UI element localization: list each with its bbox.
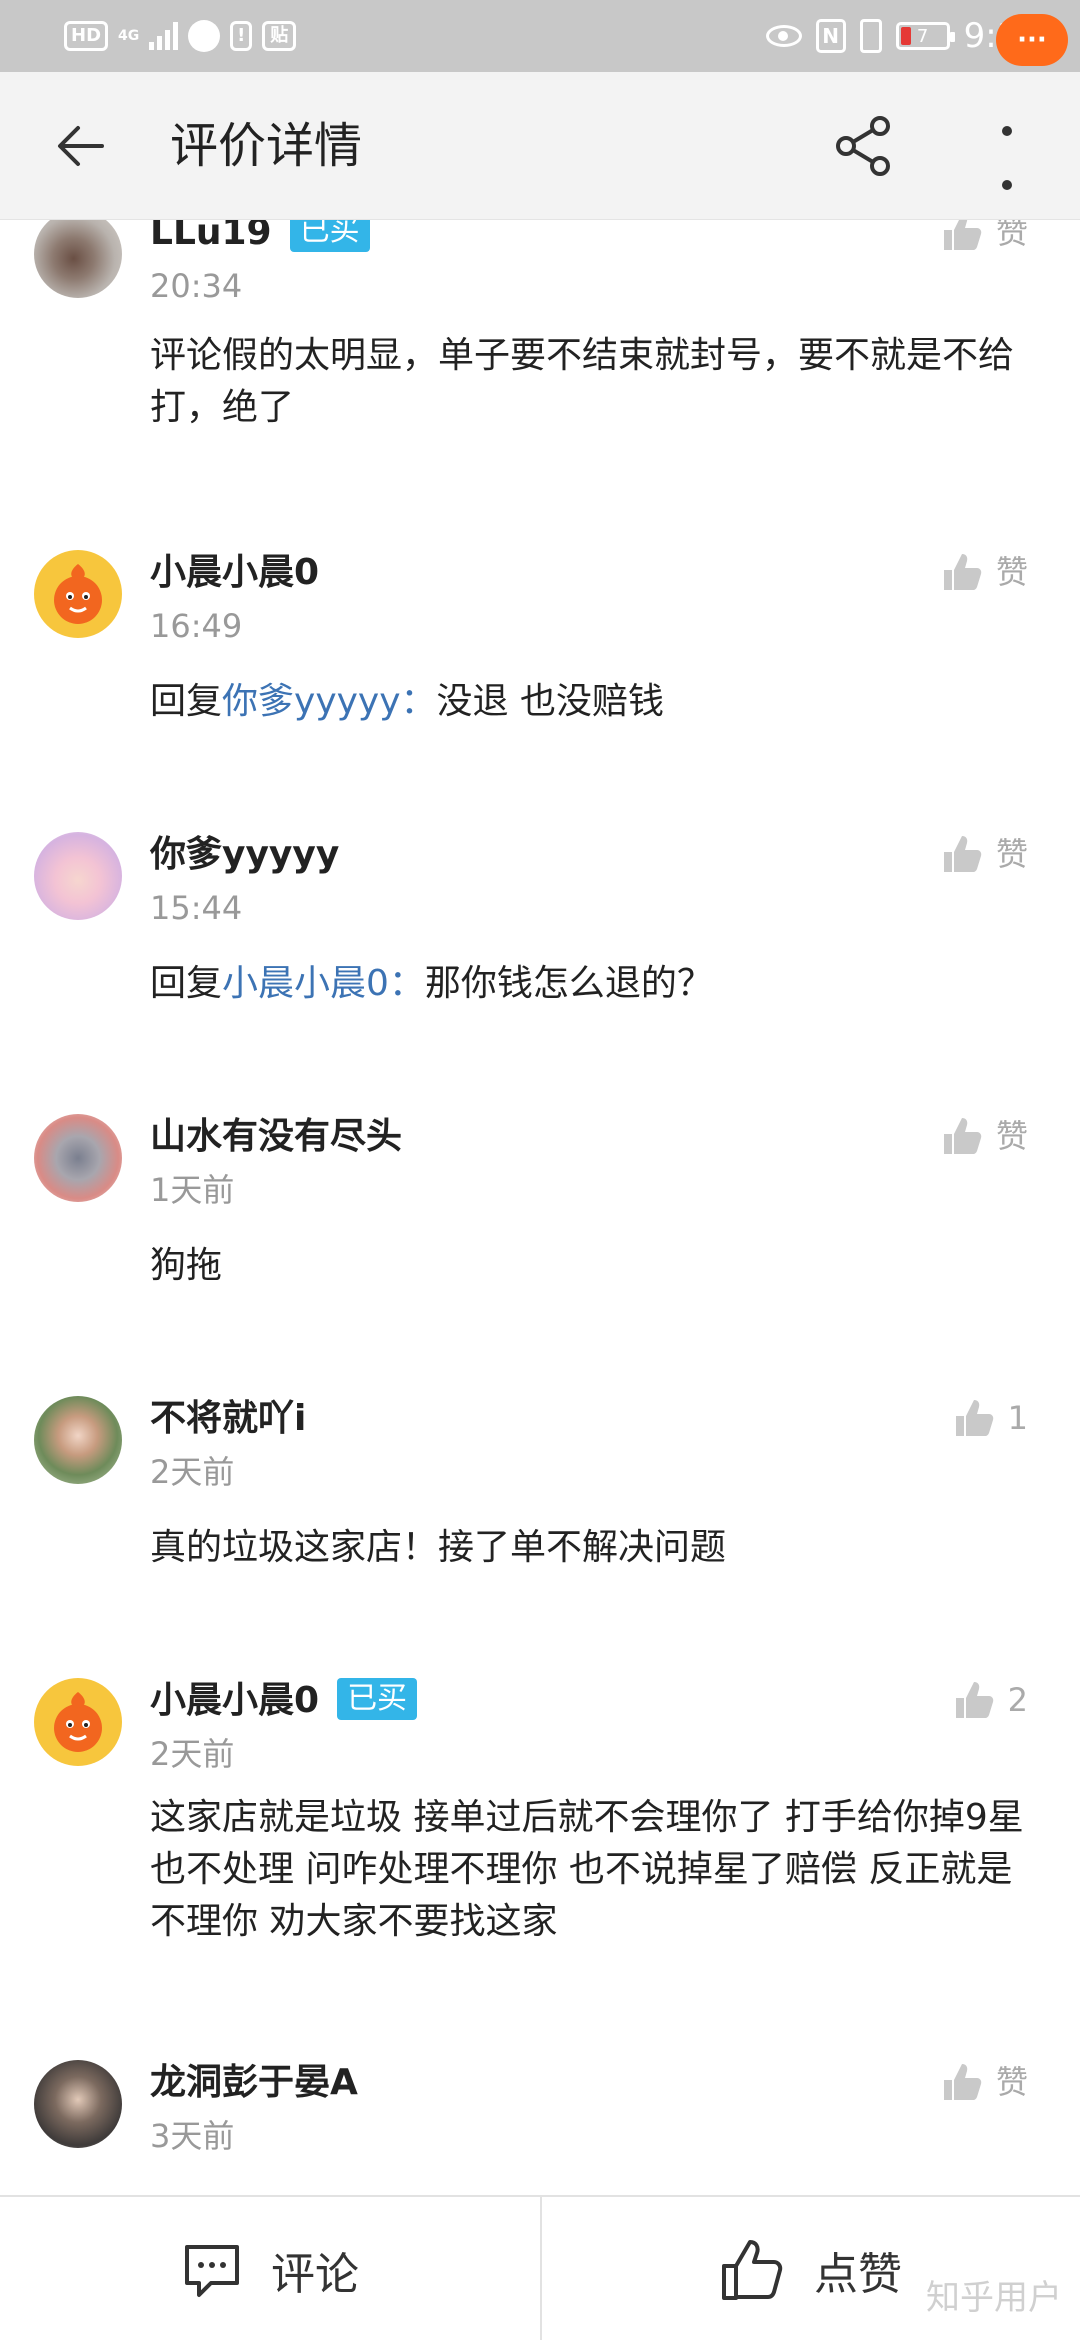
comment-button[interactable]: 评论 (0, 2197, 540, 2340)
battery-level: 7 (916, 25, 929, 47)
bottom-action-bar: 评论 点赞 (0, 2195, 1080, 2340)
like-button[interactable]: 1 (952, 1396, 1028, 1440)
nfc-icon: N (815, 19, 846, 53)
battery-icon: 7 (895, 22, 955, 50)
thumbs-up-icon (943, 2064, 982, 2100)
mascot-avatar-icon (54, 564, 102, 624)
reply-username-link[interactable]: 小晨小晨0： (222, 963, 425, 1004)
like-button[interactable]: 赞 (940, 220, 1028, 254)
like-button[interactable]: 赞 (940, 1114, 1028, 1158)
comment-text: 评论假的太明显，单子要不结束就封号，要不就是不给打，绝了 (150, 335, 1015, 428)
reply-prefix: 回复 (150, 681, 223, 722)
like-count: 2 (1007, 1681, 1028, 1719)
like-count: 1 (1007, 1399, 1028, 1437)
avatar[interactable] (34, 1114, 122, 1202)
avatar[interactable] (34, 1678, 122, 1766)
thumbs-up-icon (943, 836, 982, 872)
comment-text-clipped: 这家店就是垃圾 接单过后就不会理你了 打手给你掉9星 也不处理 问咋处理不理你 … (150, 1792, 1040, 1938)
comment-time: 16:49 (150, 607, 243, 645)
like-button[interactable]: 赞 (940, 2060, 1028, 2104)
bought-badge: 已买 (289, 220, 370, 252)
status-bar: HD 4G ! 贴 N 7 9:18 (0, 0, 1080, 72)
avatar[interactable] (34, 550, 122, 638)
username-text[interactable]: LLu19 (150, 220, 272, 253)
like-button[interactable]: 赞 (940, 832, 1028, 876)
comment-time: 3天前 (150, 2117, 235, 2155)
mascot-avatar-icon (54, 1692, 102, 1752)
comment-icon (185, 2244, 239, 2297)
vibrate-icon (859, 19, 882, 53)
comment-time: 20:34 (150, 267, 243, 305)
like-button[interactable]: 赞 (940, 550, 1028, 594)
comment-time: 2天前 (150, 1735, 235, 1773)
status-bar-left: HD 4G ! 贴 (64, 18, 297, 54)
thumbs-up-icon (955, 1682, 993, 1718)
reply-prefix: 回复 (150, 963, 223, 1004)
share-icon[interactable] (832, 114, 896, 178)
comment-time: 1天前 (150, 1171, 235, 1209)
comment-username[interactable]: 龙洞彭于晏A (150, 2060, 358, 2106)
avatar[interactable] (34, 1396, 122, 1484)
network-type: 4G (118, 28, 140, 44)
eye-comfort-icon (765, 25, 802, 47)
comment-time: 15:44 (150, 889, 243, 927)
like-button[interactable]: 2 (952, 1678, 1028, 1722)
comment-username[interactable]: 不将就吖i (150, 1396, 306, 1442)
comment-list[interactable]: LLu19 已买 20:34 赞 评论假的太明显，单子要不结束就封号，要不就是不给… (0, 220, 1080, 2195)
more-menu-icon[interactable] (990, 126, 1024, 190)
bought-badge: 已买 (337, 1678, 418, 1720)
hd-icon: HD (64, 21, 109, 51)
comment-username[interactable]: LLu19 已买 (150, 220, 370, 256)
like-label: 赞 (995, 220, 1028, 251)
signal-icon (149, 22, 179, 50)
like-label: 赞 (995, 553, 1028, 591)
thumbs-up-icon (943, 554, 982, 590)
comment-username[interactable]: 山水有没有尽头 (150, 1114, 402, 1160)
like-button-label: 点赞 (814, 2248, 902, 2300)
comment-text: 回复小晨小晨0：那你钱怎么退的？ (150, 958, 1040, 1010)
comment-time: 2天前 (150, 1453, 235, 1491)
like-label: 赞 (995, 2063, 1028, 2101)
more-badge[interactable]: ··· (996, 14, 1068, 66)
alert-icon: ! (230, 21, 253, 51)
reply-username-link[interactable]: 你爹yyyyy： (222, 681, 437, 722)
comment-button-label: 评论 (271, 2248, 359, 2300)
watermark: 知乎用户 (926, 2278, 1062, 2318)
comment-text: 这家店就是垃圾 接单过后就不会理你了 打手给你掉9星 也不处理 问咋处理不理你 … (150, 1797, 1024, 1938)
thumbs-up-icon (943, 220, 982, 250)
page-title: 评价详情 (170, 118, 363, 174)
comment-username[interactable]: 小晨小晨0 已买 (150, 1678, 418, 1724)
comment-username[interactable]: 你爹yyyyy (150, 832, 339, 878)
username-text[interactable]: 小晨小晨0 (150, 1680, 319, 1721)
like-label: 赞 (995, 1117, 1028, 1155)
thumbs-up-icon (955, 1400, 993, 1436)
globe-icon (188, 20, 221, 52)
avatar[interactable] (34, 2060, 122, 2148)
comment-text: 回复你爹yyyyy：没退 也没赔钱 (150, 676, 1040, 728)
reply-body: 没退 也没赔钱 (436, 681, 664, 722)
thumbs-up-outline-icon (722, 2239, 783, 2300)
avatar[interactable] (34, 220, 122, 298)
avatar[interactable] (34, 832, 122, 920)
reply-body: 那你钱怎么退的？ (424, 963, 713, 1004)
comment-username[interactable]: 小晨小晨0 (150, 550, 319, 596)
app-header: 评价详情 (0, 72, 1080, 220)
comment-text: 真的垃圾这家店！接了单不解决问题 (150, 1527, 727, 1568)
sticker-icon: 贴 (262, 21, 297, 51)
like-label: 赞 (995, 835, 1028, 873)
comment-text: 狗拖 (150, 1245, 223, 1286)
thumbs-up-icon (943, 1118, 982, 1154)
back-arrow-icon[interactable] (52, 116, 112, 176)
